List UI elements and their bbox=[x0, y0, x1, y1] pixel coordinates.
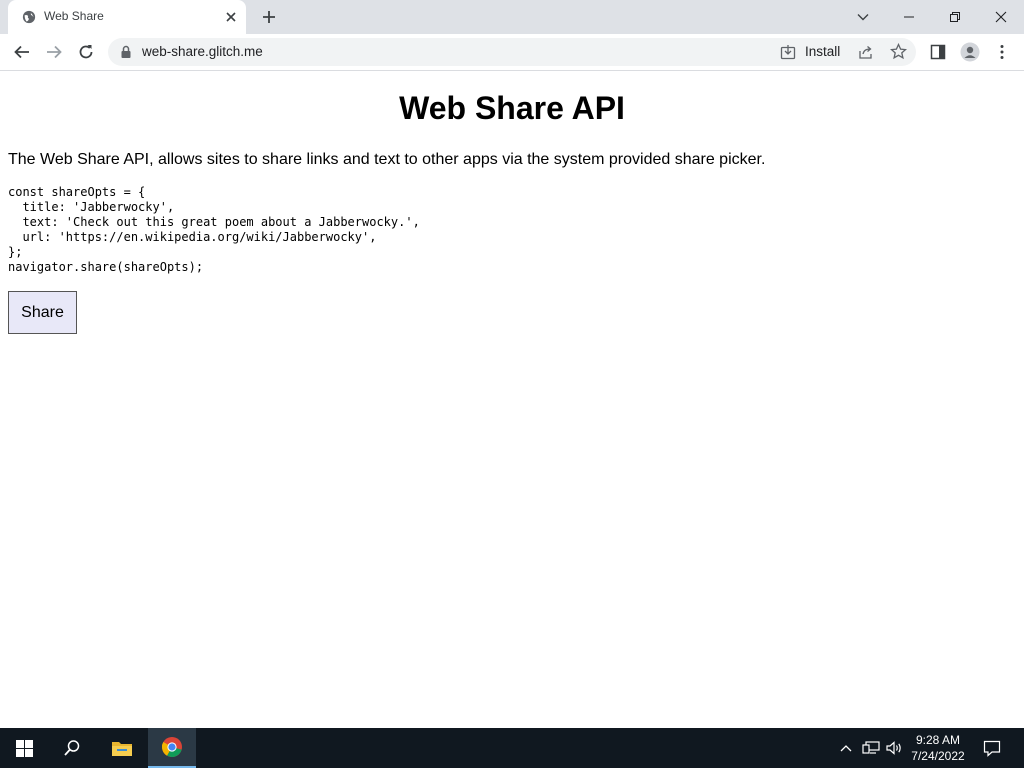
close-icon bbox=[995, 11, 1007, 23]
address-bar[interactable]: web-share.glitch.me Install bbox=[108, 38, 916, 66]
minimize-icon bbox=[904, 16, 914, 18]
page-content: Web Share API The Web Share API, allows … bbox=[0, 71, 1024, 728]
lock-icon[interactable] bbox=[120, 45, 132, 59]
tab-web-share[interactable]: Web Share bbox=[8, 0, 246, 34]
tab-search-button[interactable] bbox=[840, 0, 886, 34]
search-button[interactable] bbox=[48, 728, 96, 768]
tab-title: Web Share bbox=[44, 9, 104, 23]
browser-toolbar: web-share.glitch.me Install bbox=[0, 34, 1024, 71]
profile-button[interactable] bbox=[960, 42, 980, 62]
arrow-right-icon bbox=[47, 45, 62, 59]
show-hidden-icons-button[interactable] bbox=[836, 728, 856, 768]
restore-button[interactable] bbox=[932, 0, 978, 34]
close-icon[interactable] bbox=[224, 10, 238, 24]
network-icon bbox=[862, 741, 880, 754]
share-icon[interactable] bbox=[858, 44, 874, 60]
install-icon[interactable] bbox=[780, 44, 796, 60]
new-tab-icon[interactable] bbox=[261, 9, 277, 25]
clock-time: 9:28 AM bbox=[915, 733, 961, 747]
close-window-button[interactable] bbox=[978, 0, 1024, 34]
restore-icon bbox=[950, 12, 960, 22]
star-icon[interactable] bbox=[890, 43, 907, 60]
reload-icon bbox=[79, 45, 93, 59]
side-panel-button[interactable] bbox=[928, 42, 948, 62]
clock-date: 7/24/2022 bbox=[911, 749, 965, 763]
share-button[interactable]: Share bbox=[8, 291, 77, 334]
start-button[interactable] bbox=[0, 728, 48, 768]
forward-button[interactable] bbox=[44, 42, 64, 62]
taskbar: 9:28 AM 7/24/2022 bbox=[0, 728, 1024, 768]
url-text: web-share.glitch.me bbox=[142, 44, 263, 59]
intro-paragraph: The Web Share API, allows sites to share… bbox=[8, 151, 766, 168]
code-sample: const shareOpts = { title: 'Jabberwocky'… bbox=[8, 185, 420, 274]
search-icon bbox=[64, 740, 80, 756]
minimize-button[interactable] bbox=[886, 0, 932, 34]
avatar-icon bbox=[960, 42, 980, 62]
chevron-up-icon bbox=[840, 745, 852, 752]
back-button[interactable] bbox=[12, 42, 32, 62]
file-explorer-button[interactable] bbox=[98, 728, 146, 768]
notifications-button[interactable] bbox=[978, 728, 1006, 768]
tab-strip: Web Share bbox=[0, 0, 1024, 34]
side-panel-icon bbox=[930, 44, 946, 60]
network-button[interactable] bbox=[860, 728, 882, 768]
windows-logo-icon bbox=[15, 739, 33, 757]
kebab-menu-icon bbox=[1000, 45, 1004, 59]
install-label[interactable]: Install bbox=[805, 44, 840, 59]
arrow-left-icon bbox=[14, 45, 29, 59]
menu-button[interactable] bbox=[992, 42, 1012, 62]
system-clock[interactable]: 9:28 AM 7/24/2022 bbox=[900, 732, 976, 764]
chrome-taskbar-button[interactable] bbox=[148, 728, 196, 768]
notification-icon bbox=[983, 740, 1001, 757]
chevron-down-icon bbox=[857, 14, 869, 21]
folder-icon bbox=[112, 742, 132, 756]
page-title: Web Share API bbox=[399, 90, 625, 126]
chrome-icon bbox=[161, 737, 182, 758]
globe-icon bbox=[22, 10, 36, 24]
reload-button[interactable] bbox=[76, 42, 96, 62]
